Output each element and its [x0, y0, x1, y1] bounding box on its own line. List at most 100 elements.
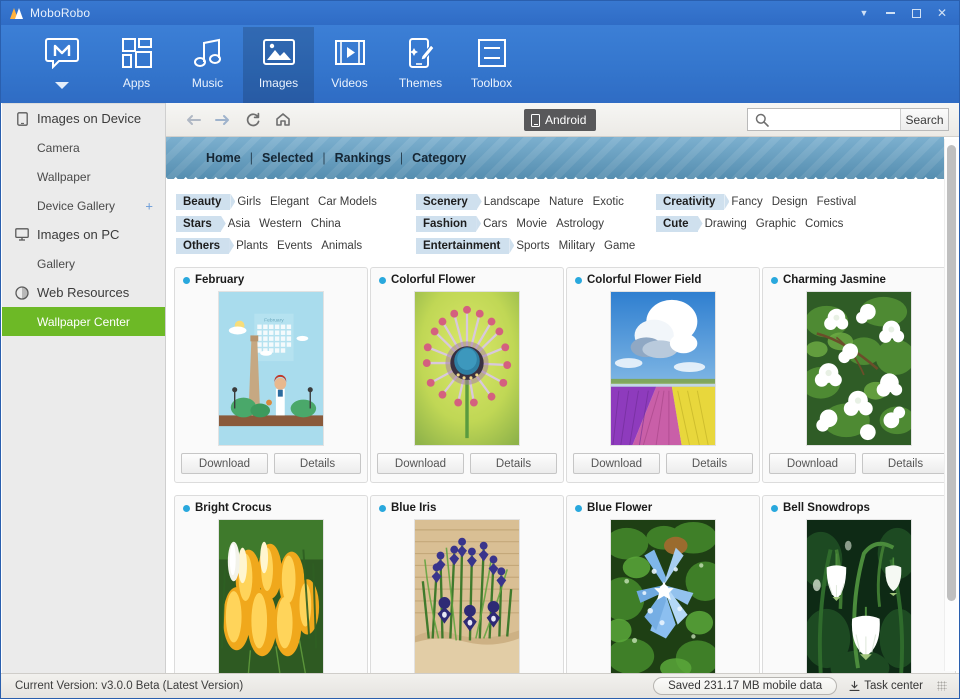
nav-item-music[interactable]: Music — [172, 27, 243, 103]
sidebar-item-device-gallery[interactable]: Device Gallery + — [2, 191, 165, 220]
banner-link-category[interactable]: Category — [412, 151, 466, 165]
category-link[interactable]: Astrology — [556, 218, 604, 230]
scrollbar-thumb[interactable] — [947, 145, 956, 601]
sidebar-item-wallpaper[interactable]: Wallpaper — [2, 162, 165, 191]
download-button[interactable]: Download — [573, 453, 660, 474]
details-button[interactable]: Details — [862, 453, 949, 474]
category-link[interactable]: Events — [277, 240, 312, 252]
minimize-button[interactable] — [877, 2, 903, 24]
wallpaper-card[interactable]: Colorful Flower Download Details — [370, 267, 564, 483]
category-link[interactable]: Fancy — [731, 196, 762, 208]
forward-arrow-icon[interactable] — [208, 107, 238, 133]
category-link[interactable]: Graphic — [756, 218, 796, 230]
wallpaper-thumbnail[interactable] — [414, 291, 520, 446]
nav-item-images[interactable]: Images — [243, 27, 314, 103]
download-button[interactable]: Download — [769, 453, 856, 474]
category-link[interactable]: China — [311, 218, 341, 230]
banner-links: Home | Selected | Rankings | Category — [206, 151, 466, 165]
back-arrow-icon[interactable] — [178, 107, 208, 133]
sidebar-group-web-resources[interactable]: Web Resources — [2, 278, 165, 307]
category-link[interactable]: Landscape — [484, 196, 540, 208]
maximize-button[interactable] — [903, 2, 929, 24]
category-link[interactable]: Animals — [321, 240, 362, 252]
wallpaper-card[interactable]: Colorful Flower Field Download Details — [566, 267, 760, 483]
category-link[interactable]: Movie — [516, 218, 547, 230]
category-head-scenery[interactable]: Scenery — [416, 193, 477, 210]
category-link[interactable]: Military — [559, 240, 595, 252]
sidebar-item-wallpaper-center[interactable]: Wallpaper Center — [2, 307, 165, 336]
category-link[interactable]: Exotic — [593, 196, 624, 208]
bullet-icon — [575, 504, 582, 512]
category-link[interactable]: Girls — [237, 196, 261, 208]
nav-item-home[interactable] — [23, 27, 101, 103]
category-link[interactable]: Asia — [228, 218, 250, 230]
bullet-icon — [771, 504, 778, 512]
wallpaper-card[interactable]: Bright Crocus — [174, 495, 368, 673]
download-button[interactable]: Download — [377, 453, 464, 474]
details-button[interactable]: Details — [274, 453, 361, 474]
add-gallery-icon[interactable]: + — [145, 199, 153, 212]
dropdown-button[interactable]: ▼ — [851, 2, 877, 24]
nav-item-toolbox[interactable]: Toolbox — [456, 27, 527, 103]
refresh-icon[interactable] — [238, 107, 268, 133]
category-link[interactable]: Drawing — [705, 218, 747, 230]
category-head-others[interactable]: Others — [176, 237, 230, 254]
wallpaper-card[interactable]: Blue Iris — [370, 495, 564, 673]
category-link[interactable]: Western — [259, 218, 302, 230]
category-link[interactable]: Game — [604, 240, 635, 252]
app-title: MoboRobo — [30, 6, 91, 20]
category-head-entertainment[interactable]: Entertainment — [416, 237, 510, 254]
download-button[interactable]: Download — [181, 453, 268, 474]
category-link[interactable]: Design — [772, 196, 808, 208]
wallpaper-thumbnail[interactable] — [414, 519, 520, 673]
wallpaper-thumbnail[interactable] — [806, 291, 912, 446]
resize-grip-icon[interactable] — [937, 681, 947, 691]
wallpaper-card[interactable]: Charming Jasmine Download Details — [762, 267, 956, 483]
category-link[interactable]: Cars — [483, 218, 507, 230]
sidebar-group-images-on-device[interactable]: Images on Device — [2, 104, 165, 133]
wallpaper-card-actions: Download Details — [573, 453, 753, 474]
close-button[interactable]: ✕ — [929, 2, 955, 24]
nav-home-caret-icon — [55, 82, 69, 89]
category-head-beauty[interactable]: Beauty — [176, 193, 231, 210]
search-input[interactable] — [748, 109, 900, 130]
category-head-fashion[interactable]: Fashion — [416, 215, 477, 232]
nav-item-videos[interactable]: Videos — [314, 27, 385, 103]
category-link[interactable]: Car Models — [318, 196, 377, 208]
sidebar-item-gallery[interactable]: Gallery — [2, 249, 165, 278]
sidebar-item-camera[interactable]: Camera — [2, 133, 165, 162]
home-icon[interactable] — [268, 107, 298, 133]
category-link[interactable]: Nature — [549, 196, 584, 208]
banner-link-rankings[interactable]: Rankings — [335, 151, 391, 165]
content-scrollbar[interactable] — [944, 139, 957, 671]
wallpaper-thumbnail[interactable] — [218, 519, 324, 673]
wallpaper-thumbnail[interactable] — [806, 519, 912, 673]
category-link[interactable]: Plants — [236, 240, 268, 252]
wallpaper-card[interactable]: Blue Flower — [566, 495, 760, 673]
wallpaper-thumbnail[interactable] — [610, 291, 716, 446]
task-center-button[interactable]: Task center — [849, 680, 923, 692]
browser-toolbar: Android Search — [166, 103, 959, 137]
banner-link-selected[interactable]: Selected — [262, 151, 313, 165]
category-head-cute[interactable]: Cute — [656, 215, 698, 232]
details-button[interactable]: Details — [666, 453, 753, 474]
category-link[interactable]: Sports — [516, 240, 549, 252]
wallpaper-thumbnail[interactable] — [610, 519, 716, 673]
sidebar-group-images-on-pc[interactable]: Images on PC — [2, 220, 165, 249]
category-head-stars[interactable]: Stars — [176, 215, 221, 232]
category-head-creativity[interactable]: Creativity — [656, 193, 725, 210]
banner-link-home[interactable]: Home — [206, 151, 241, 165]
nav-item-apps[interactable]: Apps — [101, 27, 172, 103]
category-link[interactable]: Elegant — [270, 196, 309, 208]
nav-item-themes[interactable]: Themes — [385, 27, 456, 103]
wallpaper-card[interactable]: February February Download Details — [174, 267, 368, 483]
wallpaper-card[interactable]: Bell Snowdrops — [762, 495, 956, 673]
details-button[interactable]: Details — [470, 453, 557, 474]
device-chip[interactable]: Android — [524, 109, 597, 131]
wallpaper-thumbnail[interactable]: February — [218, 291, 324, 446]
search-button[interactable]: Search — [900, 109, 948, 130]
category-link[interactable]: Festival — [817, 196, 857, 208]
search-icon — [755, 113, 769, 127]
bullet-icon — [771, 276, 778, 284]
category-link[interactable]: Comics — [805, 218, 843, 230]
